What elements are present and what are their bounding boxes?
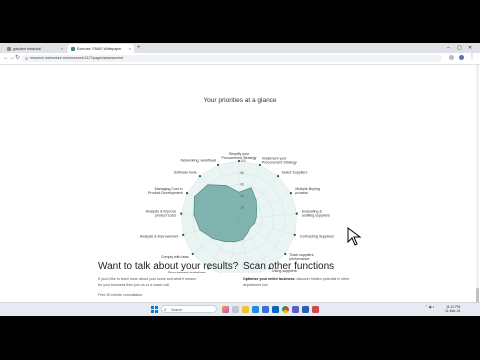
search-icon: ⌕ bbox=[164, 307, 167, 312]
radar-category-label: Select Suppliers bbox=[281, 171, 307, 175]
new-tab-button[interactable]: + bbox=[137, 44, 141, 52]
chart-title: Your priorities at a glance bbox=[203, 97, 277, 104]
radar-tick-label: 60 bbox=[241, 182, 245, 186]
radar-axis-point bbox=[191, 252, 194, 256]
maximize-icon[interactable]: ▢ bbox=[457, 43, 462, 53]
edge-icon[interactable] bbox=[252, 306, 259, 313]
scan-text-line: department too! bbox=[243, 283, 269, 287]
radar-category-label: Multiple Buying process bbox=[295, 187, 319, 195]
url-text: resource.instructure.com/courses/1317/pa… bbox=[30, 56, 124, 60]
radar-tick-label: 40 bbox=[241, 194, 245, 198]
lock-icon[interactable]: ⊙ bbox=[25, 56, 28, 61]
radar-category-label: Analysis & improve product costs bbox=[146, 209, 177, 217]
tab-favicon-icon bbox=[71, 46, 75, 51]
windows-start-icon[interactable] bbox=[151, 306, 158, 313]
outlook-icon[interactable] bbox=[272, 306, 279, 313]
scan-text-line: Optimise your entire business: discover … bbox=[243, 277, 349, 281]
teams-icon[interactable] bbox=[292, 306, 299, 313]
radar-axis-point bbox=[185, 192, 189, 195]
scan-bold-text: Optimise your entire business bbox=[243, 277, 295, 281]
radar-axis-point bbox=[182, 233, 185, 236]
copilot-icon[interactable] bbox=[222, 306, 229, 313]
tab-label: Exercise: FBAIS Whitepaper bbox=[77, 46, 122, 51]
radar-axis-point bbox=[180, 212, 183, 215]
radar-axis-point bbox=[258, 163, 262, 167]
talk-text-line: If you'd like to learn more about your s… bbox=[98, 277, 196, 281]
tab-inactive[interactable]: gasoline electrical × bbox=[4, 44, 66, 53]
close-tab-icon[interactable]: × bbox=[61, 46, 63, 51]
tab-bar: gasoline electrical × Exercise: FBAIS Wh… bbox=[0, 43, 480, 53]
talk-heading: Want to talk about your results? bbox=[98, 261, 239, 272]
radar-category-label: Contracting Suppliers bbox=[300, 234, 335, 238]
talk-text-line: for your business then join us or a coac… bbox=[98, 283, 170, 287]
radar-axis-point bbox=[216, 163, 220, 167]
tab-active[interactable]: Exercise: FBAIS Whitepaper × bbox=[68, 44, 134, 53]
radar-category-label: Comply with laws bbox=[161, 255, 189, 259]
radar-axis-point bbox=[198, 175, 202, 178]
scrollbar[interactable] bbox=[476, 65, 479, 315]
radar-category-label: Analysis & improvement bbox=[140, 234, 179, 238]
radar-category-label: Track suppliers performance bbox=[289, 253, 313, 261]
radar-category-label: Networking, workflows bbox=[180, 158, 216, 162]
taskbar: Search ⌕ ⌃ ◉ ◐ 11:41 PM 11-Mar-24 bbox=[0, 302, 480, 316]
file-explorer-icon[interactable] bbox=[242, 306, 249, 313]
radar-axis-point bbox=[289, 192, 293, 195]
extension-icon[interactable] bbox=[449, 55, 454, 60]
clock[interactable]: 11:41 PM 11-Mar-24 bbox=[445, 305, 461, 313]
radar-category-label: Implement your Procurement Strategy bbox=[262, 156, 297, 164]
app-icon[interactable] bbox=[312, 306, 319, 313]
radar-category-label: Simplify your Procurement Strategy bbox=[222, 152, 257, 160]
radar-axis-point bbox=[284, 252, 287, 256]
tab-label: gasoline electrical bbox=[13, 46, 41, 51]
radar-category-label: Managing Cost in Product Development bbox=[148, 187, 183, 195]
radar-tick-label: 80 bbox=[241, 171, 245, 175]
clock-date: 11-Mar-24 bbox=[445, 308, 461, 313]
url-input[interactable]: resource.instructure.com/courses/1317/pa… bbox=[22, 55, 442, 62]
radar-category-label: Evaluating & auditing suppliers bbox=[302, 209, 330, 217]
radar-axis-point bbox=[293, 233, 296, 236]
radar-tick-label: 20 bbox=[241, 206, 245, 210]
store-icon[interactable] bbox=[262, 306, 269, 313]
address-bar-row: ← → ↻ resource.instructure.com/courses/1… bbox=[0, 53, 480, 65]
task-view-icon[interactable] bbox=[232, 306, 239, 313]
consultation-link[interactable]: Free 30 minute consultation bbox=[98, 293, 142, 297]
scan-text: : discover hidden potential in other bbox=[294, 277, 350, 281]
tab-favicon-icon bbox=[7, 46, 11, 51]
chrome-icon[interactable] bbox=[282, 306, 289, 313]
reload-icon[interactable]: ↻ bbox=[15, 54, 20, 63]
radar-axis-point bbox=[276, 175, 280, 178]
mouse-cursor-icon bbox=[347, 227, 362, 246]
menu-icon[interactable]: ⋮ bbox=[469, 53, 475, 62]
close-tab-icon[interactable]: × bbox=[129, 46, 131, 51]
radar-axis-point bbox=[295, 212, 298, 215]
radar-category-label: Software tools bbox=[174, 171, 197, 175]
scan-heading: Scan other functions bbox=[243, 261, 335, 272]
tray-icons[interactable]: ⌃ ◉ ◐ bbox=[425, 305, 435, 310]
close-window-icon[interactable]: ✕ bbox=[468, 43, 472, 53]
browser-window: gasoline electrical × Exercise: FBAIS Wh… bbox=[0, 43, 480, 315]
minimize-icon[interactable]: – bbox=[447, 43, 450, 53]
word-icon[interactable] bbox=[302, 306, 309, 313]
radar-chart: 20406080100Simplify your Procurement Stra… bbox=[140, 152, 335, 273]
profile-icon[interactable] bbox=[459, 55, 464, 60]
taskbar-search-input[interactable]: Search bbox=[161, 305, 217, 313]
